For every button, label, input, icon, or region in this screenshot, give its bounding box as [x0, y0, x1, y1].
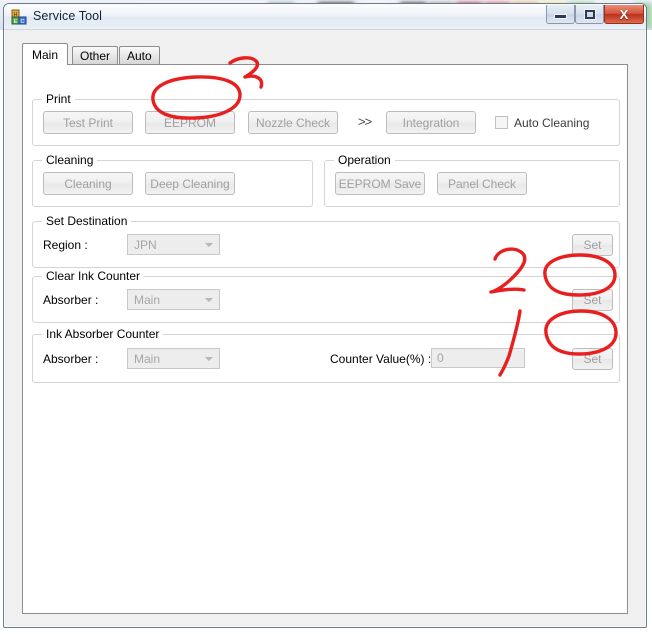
test-print-button[interactable]: Test Print	[43, 111, 133, 134]
set-destination-set-label: Set	[583, 238, 602, 252]
clear-ink-counter-set-label: Set	[583, 293, 602, 307]
group-clear-ink-counter: Clear Ink Counter Absorber : Main Set	[32, 269, 620, 323]
service-tool-window: H E C Service Tool X Main Other Auto Pri…	[3, 3, 647, 628]
group-ink-absorber-counter: Ink Absorber Counter Absorber : Main Cou…	[32, 327, 620, 383]
group-set-destination-title: Set Destination	[42, 214, 132, 228]
tab-strip: Main Other Auto	[22, 43, 628, 65]
region-value: JPN	[134, 237, 157, 252]
tab-main[interactable]: Main	[22, 43, 69, 65]
ink-absorber-label: Absorber :	[43, 352, 99, 366]
tab-other-label: Other	[80, 49, 111, 63]
auto-cleaning-label: Auto Cleaning	[514, 116, 590, 130]
clear-ink-absorber-value: Main	[134, 292, 161, 307]
svg-text:C: C	[21, 19, 25, 25]
counter-value-text: 0	[437, 351, 444, 365]
integration-button[interactable]: Integration	[386, 111, 476, 134]
panel-check-label: Panel Check	[447, 176, 517, 191]
client-area: Main Other Auto Print Test Print EEPROM	[5, 30, 645, 626]
cleaning-label: Cleaning	[64, 176, 112, 191]
nozzle-check-button[interactable]: Nozzle Check	[248, 111, 338, 134]
group-print-title: Print	[42, 92, 75, 106]
group-cleaning-title: Cleaning	[42, 153, 98, 167]
ink-absorber-combobox[interactable]: Main	[127, 348, 220, 369]
group-operation-title: Operation	[334, 153, 395, 167]
clear-ink-counter-set-button[interactable]: Set	[572, 289, 613, 311]
panel-check-button[interactable]: Panel Check	[437, 172, 527, 195]
close-icon: X	[619, 6, 629, 22]
eeprom-save-label: EEPROM Save	[338, 176, 422, 191]
group-set-destination: Set Destination Region : JPN Set	[32, 214, 620, 268]
tab-main-label: Main	[32, 48, 59, 62]
test-print-label: Test Print	[62, 115, 113, 130]
nozzle-check-label: Nozzle Check	[255, 115, 331, 130]
group-operation: Operation EEPROM Save Panel Check	[324, 153, 620, 207]
ink-absorber-counter-set-button[interactable]: Set	[572, 348, 613, 370]
group-clear-ink-counter-title: Clear Ink Counter	[42, 269, 145, 283]
group-ink-absorber-counter-title: Ink Absorber Counter	[42, 327, 164, 341]
deep-cleaning-button[interactable]: Deep Cleaning	[145, 172, 235, 195]
chevron-down-icon	[205, 242, 213, 247]
window-title: Service Tool	[33, 9, 103, 23]
eeprom-label: EEPROM	[163, 115, 216, 130]
set-destination-set-button[interactable]: Set	[572, 234, 613, 256]
eeprom-save-button[interactable]: EEPROM Save	[335, 172, 425, 195]
region-label: Region :	[43, 238, 88, 252]
app-blocks-icon: H E C	[11, 9, 27, 25]
auto-cleaning-checkbox[interactable]	[495, 116, 508, 129]
counter-value-input[interactable]: 0	[431, 348, 525, 368]
eeprom-button[interactable]: EEPROM	[145, 111, 235, 134]
title-bar[interactable]: H E C Service Tool X	[4, 4, 646, 30]
ink-absorber-value: Main	[134, 351, 161, 366]
svg-text:E: E	[14, 19, 18, 25]
double-chevron-right-icon: >>	[358, 114, 372, 129]
maximize-icon	[584, 9, 595, 19]
tab-auto-label: Auto	[127, 49, 152, 63]
integration-label: Integration	[402, 115, 460, 130]
clear-ink-absorber-combobox[interactable]: Main	[127, 289, 220, 310]
minimize-button[interactable]	[546, 5, 575, 24]
counter-value-label: Counter Value(%) :	[330, 352, 432, 366]
minimize-icon	[555, 15, 566, 18]
region-combobox[interactable]: JPN	[127, 234, 220, 255]
tab-auto[interactable]: Auto	[119, 46, 160, 64]
deep-cleaning-label: Deep Cleaning	[150, 176, 230, 191]
close-button[interactable]: X	[604, 5, 644, 24]
ink-absorber-counter-set-label: Set	[583, 352, 602, 366]
group-cleaning: Cleaning Cleaning Deep Cleaning	[32, 153, 313, 207]
chevron-down-icon	[205, 356, 213, 361]
tab-other[interactable]: Other	[72, 46, 119, 64]
chevron-down-icon	[205, 297, 213, 302]
maximize-button[interactable]	[575, 5, 604, 24]
cleaning-button[interactable]: Cleaning	[43, 172, 133, 195]
tab-panel-main: Print Test Print EEPROM Nozzle Check >> …	[22, 64, 628, 614]
clear-ink-absorber-label: Absorber :	[43, 293, 99, 307]
group-print: Print Test Print EEPROM Nozzle Check >> …	[32, 92, 620, 146]
